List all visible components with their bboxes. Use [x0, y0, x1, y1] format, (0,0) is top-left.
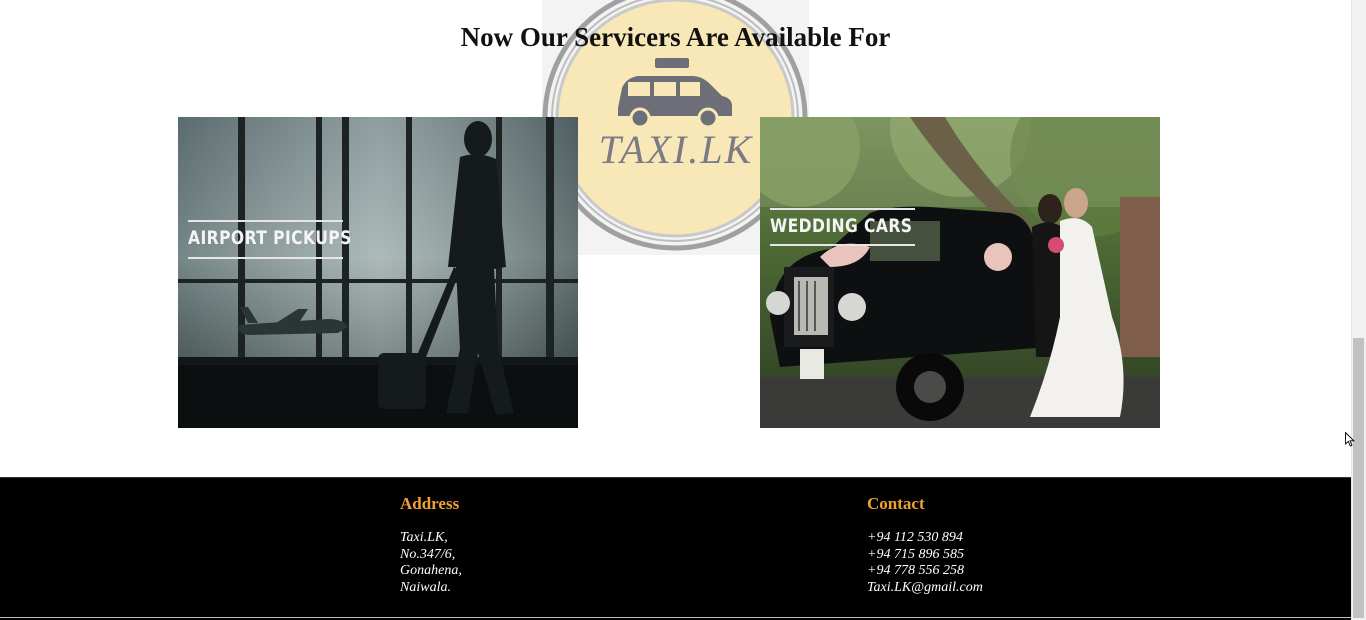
address-line: No.347/6,: [400, 546, 456, 562]
airport-traveler-photo: [178, 117, 578, 428]
mouse-cursor-icon: [1345, 432, 1355, 447]
contact-heading: Contact: [867, 494, 925, 513]
page-content: TAXI.LK Now Our Servicers Are Available …: [0, 0, 1351, 620]
address-line: Naiwala.: [400, 579, 451, 595]
contact-phone[interactable]: +94 715 896 585: [867, 547, 983, 564]
address-line: Gonahena,: [400, 563, 462, 578]
airport-pickups-card[interactable]: AIRPORT PICKUPS: [178, 117, 578, 428]
footer-address-section: Address Taxi.LK, No.347/6, Gonahena, Nai…: [400, 494, 462, 596]
wedding-cars-label: WEDDING CARS: [770, 215, 913, 237]
scrollbar-thumb[interactable]: [1353, 338, 1364, 618]
label-bottom-line: [770, 244, 915, 246]
page: TAXI.LK Now Our Servicers Are Available …: [0, 0, 1366, 620]
label-top-line: [770, 208, 915, 210]
label-top-line: [188, 220, 343, 222]
contact-email[interactable]: Taxi.LK@gmail.com: [867, 580, 983, 597]
wedding-cars-card[interactable]: WEDDING CARS: [760, 117, 1160, 428]
contact-phone[interactable]: +94 112 530 894: [867, 530, 983, 547]
footer-contact-section: Contact +94 112 530 894 +94 715 896 585 …: [867, 494, 983, 596]
address-heading: Address: [400, 494, 460, 513]
section-title: Now Our Servicers Are Available For: [460, 22, 891, 52]
footer: Address Taxi.LK, No.347/6, Gonahena, Nai…: [0, 477, 1351, 620]
footer-divider: [0, 617, 1351, 618]
wedding-couple-classic-car-photo: [760, 117, 1160, 428]
logo-text: TAXI.LK: [599, 127, 754, 172]
address-line: Taxi.LK,: [400, 530, 448, 545]
vertical-scrollbar[interactable]: [1351, 0, 1366, 620]
label-bottom-line: [188, 257, 343, 259]
airport-pickups-label: AIRPORT PICKUPS: [188, 227, 352, 249]
contact-phone[interactable]: +94 778 556 258: [867, 563, 983, 580]
